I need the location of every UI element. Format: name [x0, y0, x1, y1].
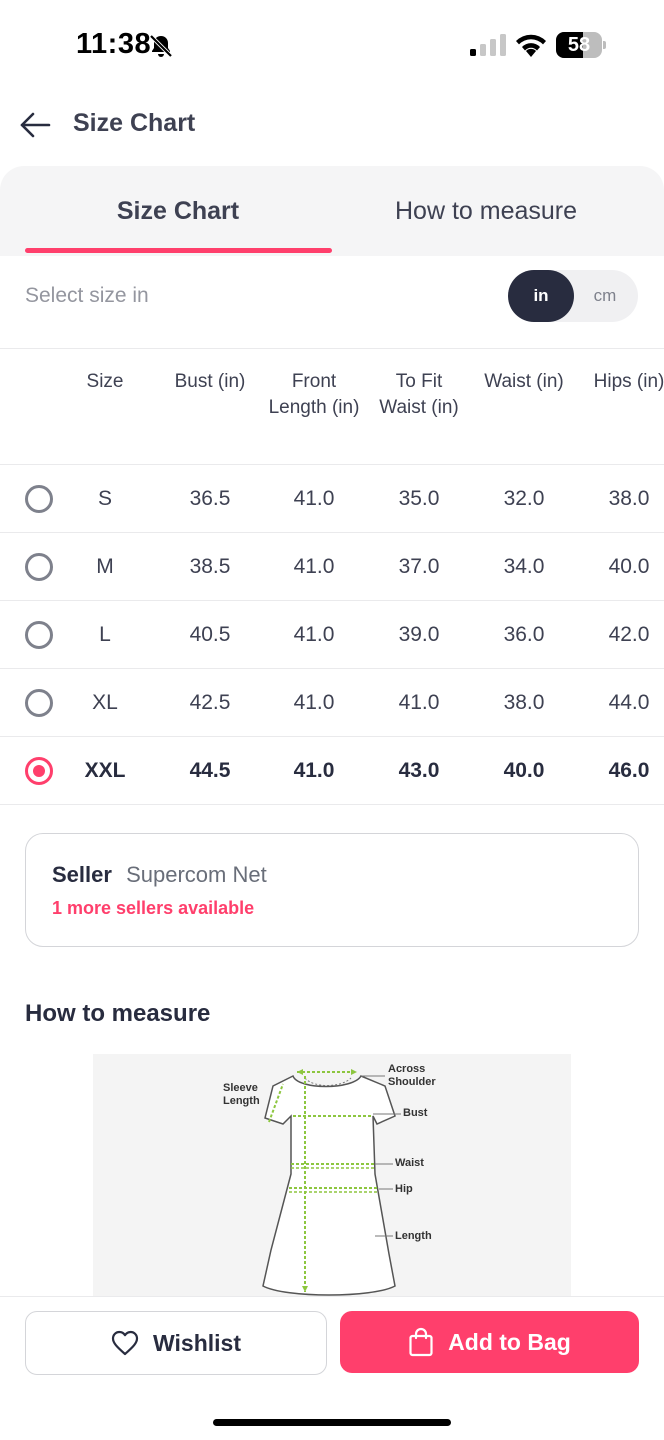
unit-option-cm[interactable]: cm	[572, 270, 638, 322]
cell-to-fit-waist: 35.0	[398, 487, 440, 510]
header: Size Chart	[0, 92, 664, 158]
unit-selector-label: Select size in	[25, 284, 149, 307]
table-header: Size Bust (in) Front Length (in) To Fit …	[0, 349, 664, 465]
cell-hips: 44.0	[608, 691, 650, 714]
heart-icon	[111, 1330, 139, 1356]
cell-size: L	[99, 623, 111, 646]
bell-off-icon	[149, 34, 173, 58]
table-row-s[interactable]: S 36.5 41.0 35.0 32.0 38.0	[0, 465, 664, 533]
cell-hips: 42.0	[608, 623, 650, 646]
active-tab-indicator	[25, 248, 332, 253]
page-title: Size Chart	[73, 109, 196, 137]
signal-icon	[470, 34, 506, 56]
wishlist-button[interactable]: Wishlist	[25, 1311, 327, 1375]
cell-hips: 40.0	[608, 555, 650, 578]
cell-front-length: 41.0	[293, 759, 335, 782]
cell-to-fit-waist: 37.0	[398, 555, 440, 578]
label-waist: Waist	[395, 1157, 424, 1169]
label-bust: Bust	[403, 1107, 428, 1119]
size-radio[interactable]	[25, 621, 53, 649]
cell-to-fit-waist: 39.0	[398, 623, 440, 646]
cell-front-length: 41.0	[293, 691, 335, 714]
shopping-bag-icon	[409, 1327, 433, 1357]
seller-name: Supercom Net	[126, 862, 267, 887]
status-bar: 11:38 58	[0, 0, 664, 92]
cell-bust: 42.5	[189, 691, 231, 714]
cell-waist: 32.0	[503, 487, 545, 510]
back-arrow-icon[interactable]	[18, 108, 52, 142]
cell-size: XXL	[84, 759, 126, 782]
size-chart-table: Size Bust (in) Front Length (in) To Fit …	[0, 348, 664, 808]
label-sleeve-length: Length	[223, 1095, 260, 1107]
column-header-hips: Hips (in)	[593, 371, 664, 392]
add-to-bag-label: Add to Bag	[448, 1328, 571, 1355]
wifi-icon	[516, 34, 546, 57]
table-row-xl[interactable]: XL 42.5 41.0 41.0 38.0 44.0	[0, 669, 664, 737]
unit-selector-row: Select size in in cm	[0, 256, 664, 348]
label-length: Length	[395, 1230, 432, 1242]
cell-size: XL	[92, 691, 118, 714]
cell-to-fit-waist: 41.0	[398, 691, 440, 714]
cell-size: S	[97, 487, 112, 510]
battery-indicator: 58	[556, 32, 606, 58]
cell-waist: 40.0	[503, 759, 545, 782]
column-header-size: Size	[86, 371, 124, 392]
cell-waist: 34.0	[503, 555, 545, 578]
column-header-waist: Waist (in)	[484, 371, 564, 392]
table-row-l[interactable]: L 40.5 41.0 39.0 36.0 42.0	[0, 601, 664, 669]
cell-front-length: 41.0	[293, 555, 335, 578]
column-header-front-length: Front Length (in)	[268, 371, 360, 418]
tab-size-chart[interactable]: Size Chart	[24, 166, 332, 256]
measurement-diagram: Across Shoulder Sleeve Length Bust Waist…	[93, 1054, 571, 1300]
table-row-m[interactable]: M 38.5 41.0 37.0 34.0 40.0	[0, 533, 664, 601]
column-header-to-fit-waist: To Fit Waist (in)	[379, 371, 459, 418]
home-indicator	[213, 1419, 451, 1426]
label-sleeve: Sleeve	[223, 1082, 258, 1094]
column-header-bust: Bust (in)	[174, 371, 246, 392]
battery-level: 58	[567, 34, 591, 56]
cell-bust: 44.5	[189, 759, 231, 782]
tab-how-to-measure[interactable]: How to measure	[332, 166, 640, 256]
size-radio[interactable]	[25, 485, 53, 513]
cell-size: M	[96, 555, 114, 578]
size-radio[interactable]	[25, 553, 53, 581]
seller-card[interactable]: Seller Supercom Net 1 more sellers avail…	[25, 833, 639, 947]
how-to-measure-title: How to measure	[25, 1000, 211, 1027]
label-shoulder: Shoulder	[388, 1076, 436, 1088]
cell-waist: 38.0	[503, 691, 545, 714]
cell-hips: 38.0	[608, 487, 650, 510]
cell-bust: 38.5	[189, 555, 231, 578]
table-row-xxl[interactable]: XXL 44.5 41.0 43.0 40.0 46.0	[0, 737, 664, 805]
size-radio[interactable]	[25, 689, 53, 717]
cell-front-length: 41.0	[293, 623, 335, 646]
wishlist-label: Wishlist	[153, 1329, 241, 1356]
cell-to-fit-waist: 43.0	[398, 759, 440, 782]
label-hip: Hip	[395, 1183, 413, 1195]
unit-toggle[interactable]: in cm	[508, 270, 638, 322]
size-radio-selected[interactable]	[25, 757, 53, 785]
label-across: Across	[388, 1063, 425, 1075]
seller-label: Seller	[52, 862, 112, 887]
dress-outline	[262, 1074, 396, 1296]
cell-waist: 36.0	[503, 623, 545, 646]
unit-option-in[interactable]: in	[508, 270, 574, 322]
cell-bust: 36.5	[189, 487, 231, 510]
tab-bar: Size Chart How to measure	[0, 166, 664, 256]
status-time: 11:38	[76, 28, 152, 60]
cell-hips: 46.0	[608, 759, 650, 782]
cell-front-length: 41.0	[293, 487, 335, 510]
add-to-bag-button[interactable]: Add to Bag	[340, 1311, 639, 1373]
dress-measurement-illustration: Across Shoulder Sleeve Length Bust Waist…	[223, 1063, 436, 1296]
cell-bust: 40.5	[189, 623, 231, 646]
more-sellers-link[interactable]: 1 more sellers available	[52, 898, 254, 919]
